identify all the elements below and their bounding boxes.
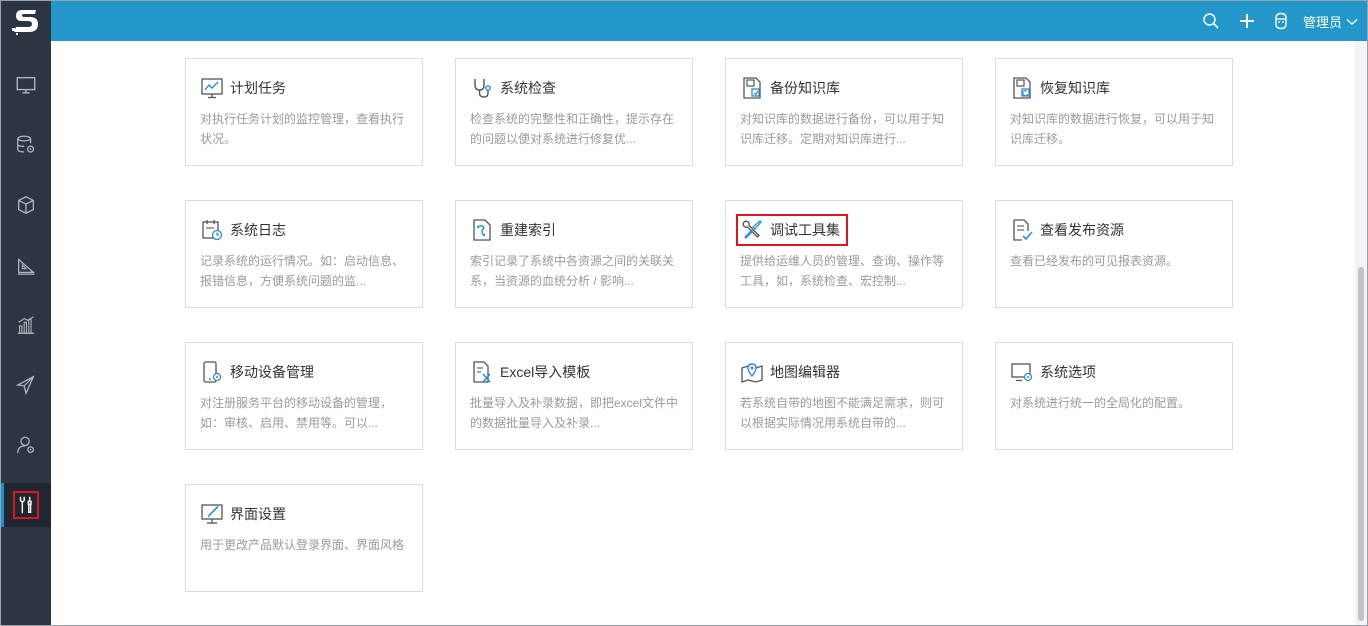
- plus-icon: [1240, 14, 1254, 28]
- card-title: 恢复知识库: [1040, 80, 1110, 96]
- scrollbar[interactable]: [1355, 41, 1367, 625]
- nav-item-publish[interactable]: [1, 363, 51, 407]
- card-title: 重建索引: [500, 222, 556, 238]
- card-description: 若系统自带的地图不能满足需求，则可以根据实际情况用系统自带的...: [740, 396, 945, 430]
- sidebar: [1, 1, 51, 625]
- index-icon: [470, 218, 494, 242]
- document-check-icon: [1010, 218, 1034, 242]
- nav-item-analysis[interactable]: [1, 303, 51, 347]
- map-pin-icon: [740, 360, 764, 384]
- wrench-screwdriver-icon: [740, 218, 764, 242]
- nav-item-resource[interactable]: [1, 183, 51, 227]
- logo-icon: [12, 10, 38, 35]
- highlight-box: 调试工具集: [736, 214, 848, 246]
- card-title: Excel导入模板: [500, 364, 591, 380]
- card-backup-repository[interactable]: 备份知识库 对知识库的数据进行备份，可以用于知识库迁移。定期对知识库进行...: [725, 58, 963, 166]
- cube-icon: [18, 196, 34, 214]
- card-rebuild-index[interactable]: 重建索引 索引记录了系统中各资源之间的关联关系，当资源的血统分析 / 影响...: [455, 200, 693, 308]
- search-button[interactable]: [1201, 11, 1221, 31]
- card-map-editor[interactable]: 地图编辑器 若系统自带的地图不能满足需求，则可以根据实际情况用系统自带的...: [725, 342, 963, 450]
- app-window: 管理员 计划任务 对执行任务计划的监控管理，查看执行状况。 系统检查 检查系统的…: [0, 0, 1368, 626]
- card-title: 计划任务: [230, 80, 286, 96]
- card-title: 界面设置: [230, 506, 286, 522]
- card-title: 地图编辑器: [770, 364, 840, 380]
- card-title: 移动设备管理: [230, 364, 314, 380]
- card-interface-settings[interactable]: 界面设置 用于更改产品默认登录界面、界面风格: [185, 484, 423, 592]
- card-description: 对注册服务平台的移动设备的管理，如：审核、启用、禁用等。可以...: [200, 396, 393, 430]
- nav-item-monitor[interactable]: [1, 63, 51, 107]
- add-button[interactable]: [1237, 11, 1257, 31]
- monitor-icon: [16, 76, 36, 94]
- database-gear-icon: [17, 135, 35, 153]
- nav-item-data-source[interactable]: [1, 123, 51, 167]
- bar-chart-icon: [17, 316, 35, 334]
- card-description: 查看已经发布的可见报表资源。: [1010, 254, 1179, 268]
- card-scheduled-tasks[interactable]: 计划任务 对执行任务计划的监控管理，查看执行状况。: [185, 58, 423, 166]
- card-description: 索引记录了系统中各资源之间的关联关系，当资源的血统分析 / 影响...: [470, 254, 675, 288]
- card-title: 系统日志: [230, 222, 286, 238]
- user-avatar[interactable]: [1271, 11, 1291, 31]
- card-description: 记录系统的运行情况。如：启动信息、报错信息，方便系统问题的监...: [200, 254, 405, 288]
- user-name: 管理员: [1303, 15, 1343, 30]
- user-gear-icon: [17, 436, 34, 454]
- card-title: 备份知识库: [770, 80, 840, 96]
- top-bar: 管理员: [51, 1, 1367, 41]
- restore-icon: [1010, 76, 1034, 100]
- card-title: 查看发布资源: [1040, 222, 1124, 238]
- ruler-triangle-icon: [17, 258, 36, 275]
- card-description: 对系统进行统一的全局化的配置。: [1010, 396, 1191, 410]
- card-description: 对执行任务计划的监控管理，查看执行状况。: [200, 112, 405, 146]
- card-description: 对知识库的数据进行备份，可以用于知识库迁移。定期对知识库进行...: [740, 112, 945, 146]
- tools-icon: [19, 496, 32, 514]
- card-system-options[interactable]: 系统选项 对系统进行统一的全局化的配置。: [995, 342, 1233, 450]
- nav-item-system-tools[interactable]: [1, 483, 51, 527]
- card-view-published-resources[interactable]: 查看发布资源 查看已经发布的可见报表资源。: [995, 200, 1233, 308]
- card-description: 检查系统的完整性和正确性，提示存在的问题以便对系统进行修复优...: [470, 112, 675, 146]
- mobile-gear-icon: [200, 360, 224, 384]
- card-restore-repository[interactable]: 恢复知识库 对知识库的数据进行恢复，可以用于知识库迁移。: [995, 58, 1233, 166]
- card-mobile-device-management[interactable]: 移动设备管理 对注册服务平台的移动设备的管理，如：审核、启用、禁用等。可以...: [185, 342, 423, 450]
- nav-item-design[interactable]: [1, 243, 51, 287]
- card-description: 提供给运维人员的管理、查询、操作等工具，如，系统检查、宏控制...: [740, 254, 945, 288]
- screen-brush-icon: [200, 502, 224, 526]
- card-excel-import-template[interactable]: Excel导入模板 批量导入及补录数据，即把excel文件中的数据批量导入及补录…: [455, 342, 693, 450]
- user-avatar-icon: [1275, 12, 1287, 30]
- card-debug-toolkit[interactable]: 调试工具集 提供给运维人员的管理、查询、操作等工具，如，系统检查、宏控制...: [725, 200, 963, 308]
- card-description: 对知识库的数据进行恢复，可以用于知识库迁移。: [1010, 112, 1215, 146]
- card-description: 批量导入及补录数据，即把excel文件中的数据批量导入及补录...: [470, 396, 679, 430]
- system-tools-panel: 计划任务 对执行任务计划的监控管理，查看执行状况。 系统检查 检查系统的完整性和…: [51, 41, 1355, 625]
- excel-import-icon: [470, 360, 494, 384]
- card-system-log[interactable]: 系统日志 记录系统的运行情况。如：启动信息、报错信息，方便系统问题的监...: [185, 200, 423, 308]
- search-icon: [1203, 13, 1219, 29]
- logo[interactable]: [1, 1, 51, 41]
- paper-plane-icon: [15, 375, 35, 396]
- calendar-clock-icon: [200, 218, 224, 242]
- line-chart-icon: [200, 76, 224, 100]
- user-menu[interactable]: 管理员: [1303, 12, 1358, 31]
- scrollbar-thumb[interactable]: [1358, 267, 1364, 621]
- card-description: 用于更改产品默认登录界面、界面风格: [200, 538, 405, 552]
- stethoscope-icon: [470, 76, 494, 100]
- card-title: 系统检查: [500, 80, 556, 96]
- card-title: 调试工具集: [770, 222, 840, 238]
- monitor-gear-icon: [1010, 360, 1034, 384]
- card-system-check[interactable]: 系统检查 检查系统的完整性和正确性，提示存在的问题以便对系统进行修复优...: [455, 58, 693, 166]
- backup-icon: [740, 76, 764, 100]
- chevron-down-icon: [1346, 18, 1358, 25]
- nav-item-user-management[interactable]: [1, 423, 51, 467]
- card-title: 系统选项: [1040, 364, 1096, 380]
